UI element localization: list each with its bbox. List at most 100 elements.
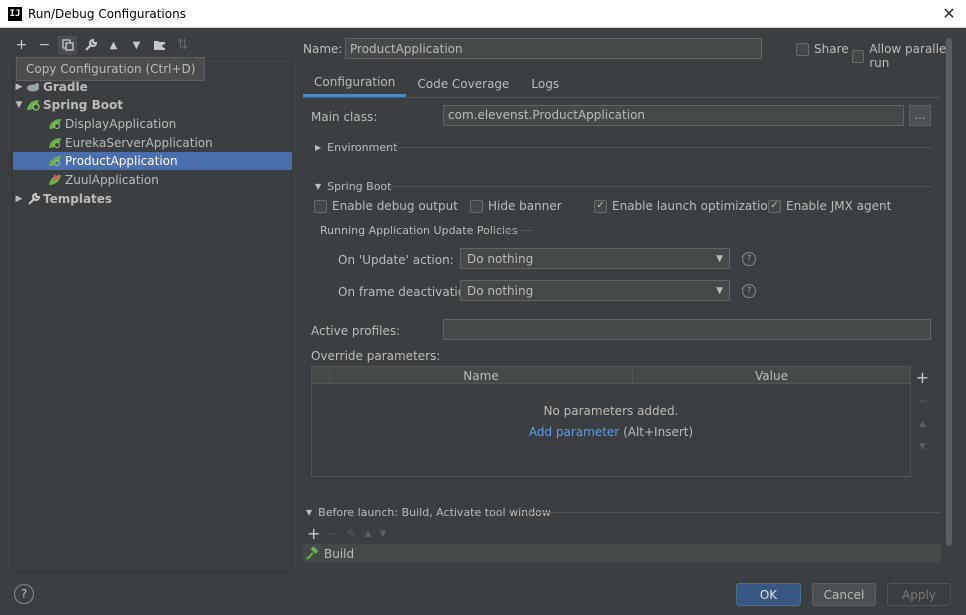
new-folder-icon[interactable] xyxy=(150,36,169,55)
close-icon[interactable]: ✕ xyxy=(940,4,958,23)
move-down-icon[interactable]: ▼ xyxy=(127,36,146,55)
share-checkbox[interactable]: Share xyxy=(796,42,849,56)
environment-label: Environment xyxy=(327,141,398,154)
scrollbar-thumb[interactable] xyxy=(946,38,952,546)
apply-button[interactable]: Apply xyxy=(887,583,951,606)
tree-label: ProductApplication xyxy=(65,154,178,168)
move-up-icon[interactable]: ▲ xyxy=(919,412,926,435)
add-parameter-link[interactable]: Add parameter xyxy=(529,425,619,439)
hammer-icon xyxy=(305,546,319,561)
hide-banner-label: Hide banner xyxy=(488,199,562,213)
spring-boot-run-icon xyxy=(47,136,63,150)
help-icon[interactable]: ? xyxy=(742,252,756,266)
tree-label: Gradle xyxy=(43,80,88,94)
tree-label: EurekaServerApplication xyxy=(65,136,213,150)
tree-node-spring-boot[interactable]: ▼ Spring Boot xyxy=(13,96,292,114)
tree-label: Templates xyxy=(43,192,113,206)
tab-configuration[interactable]: Configuration xyxy=(303,70,407,97)
add-parameter-row: Add parameter (Alt+Insert) xyxy=(312,425,910,439)
main-class-field[interactable]: com.elevenst.ProductApplication xyxy=(443,105,904,126)
checkbox-box[interactable] xyxy=(314,199,327,213)
override-parameters-toolbar: + − ▲ ▼ xyxy=(911,366,934,458)
add-icon[interactable]: + xyxy=(12,36,31,55)
add-icon[interactable]: + xyxy=(307,524,320,543)
collapse-arrow-icon[interactable]: ▼ xyxy=(306,508,312,517)
intellij-app-icon: IJ xyxy=(8,6,22,21)
configuration-tree: ▶ Gradle ▼ Spring Boot DisplayApplicatio… xyxy=(12,58,292,572)
checkmark-icon[interactable]: ✓ xyxy=(768,199,781,213)
before-launch-list: Build xyxy=(303,544,941,563)
window-title: Run/Debug Configurations xyxy=(28,6,186,21)
tree-item-product-application[interactable]: ProductApplication xyxy=(13,152,292,170)
column-header-name[interactable]: Name xyxy=(330,367,633,384)
expand-arrow-icon[interactable]: ▶ xyxy=(13,194,25,204)
edit-icon[interactable]: ✎ xyxy=(346,527,356,541)
gradle-icon xyxy=(25,80,41,94)
column-header-value[interactable]: Value xyxy=(633,367,910,384)
sort-icon[interactable]: ⇅ xyxy=(173,36,192,55)
spring-boot-error-icon xyxy=(47,173,63,187)
hide-banner-checkbox[interactable]: Hide banner xyxy=(470,199,562,213)
copy-configuration-icon[interactable] xyxy=(58,35,77,55)
tab-logs[interactable]: Logs xyxy=(520,70,570,97)
expand-arrow-icon[interactable]: ▶ xyxy=(13,82,25,92)
collapse-arrow-icon[interactable]: ▼ xyxy=(315,182,321,191)
active-profiles-field[interactable] xyxy=(443,319,931,340)
enable-launch-optimization-label: Enable launch optimization xyxy=(612,199,776,213)
enable-debug-output-label: Enable debug output xyxy=(332,199,458,213)
enable-debug-output-checkbox[interactable]: Enable debug output xyxy=(314,199,458,213)
name-label: Name: xyxy=(303,41,343,56)
remove-icon[interactable]: − xyxy=(35,36,54,55)
update-policies-title: Running Application Update Policies xyxy=(320,224,518,237)
on-update-action-value: Do nothing xyxy=(467,251,534,266)
move-up-icon[interactable]: ▲ xyxy=(365,529,372,539)
move-down-icon[interactable]: ▼ xyxy=(919,435,926,458)
checkbox-box[interactable] xyxy=(796,42,809,56)
vertical-scrollbar[interactable] xyxy=(944,38,954,546)
collapse-arrow-icon[interactable]: ▼ xyxy=(13,100,25,110)
ok-button[interactable]: OK xyxy=(736,583,801,606)
name-field[interactable] xyxy=(345,38,762,59)
on-frame-deactivation-value: Do nothing xyxy=(467,283,534,298)
enable-jmx-agent-checkbox[interactable]: ✓ Enable JMX agent xyxy=(768,199,891,213)
cancel-button[interactable]: Cancel xyxy=(812,583,876,606)
enable-launch-optimization-checkbox[interactable]: ✓ Enable launch optimization xyxy=(594,199,775,213)
spring-boot-section-title: Spring Boot xyxy=(327,180,392,193)
help-icon[interactable]: ? xyxy=(14,584,34,604)
tab-code-coverage[interactable]: Code Coverage xyxy=(406,70,520,97)
move-down-icon[interactable]: ▼ xyxy=(379,529,386,539)
on-frame-deactivation-select[interactable]: Do nothing ▼ xyxy=(460,280,730,301)
help-icon[interactable]: ? xyxy=(742,284,756,298)
spring-boot-run-icon xyxy=(47,154,63,168)
checkbox-box[interactable] xyxy=(852,49,865,63)
remove-icon[interactable]: − xyxy=(917,389,927,412)
environment-section[interactable]: ▶ Environment xyxy=(315,141,397,154)
on-frame-deactivation-label: On frame deactivation: xyxy=(338,285,477,299)
remove-icon[interactable]: − xyxy=(328,527,338,541)
expand-arrow-icon[interactable]: ▶ xyxy=(315,143,321,152)
chevron-down-icon: ▼ xyxy=(716,253,723,264)
checkmark-icon[interactable]: ✓ xyxy=(594,199,607,213)
tree-item-display-application[interactable]: DisplayApplication xyxy=(13,115,292,133)
main-class-browse-button[interactable]: ... xyxy=(909,105,931,126)
tree-label: ZuulApplication xyxy=(65,173,159,187)
add-icon[interactable]: + xyxy=(916,366,929,389)
before-launch-section[interactable]: ▼ Before launch: Build, Activate tool wi… xyxy=(306,506,551,519)
wrench-icon[interactable] xyxy=(81,36,100,55)
title-bar: IJ Run/Debug Configurations ✕ xyxy=(0,0,966,28)
tree-label: Spring Boot xyxy=(43,98,123,112)
before-launch-title: Before launch: Build, Activate tool wind… xyxy=(318,506,551,519)
spring-boot-section[interactable]: ▼ Spring Boot xyxy=(315,180,391,193)
tree-node-templates[interactable]: ▶ Templates xyxy=(13,190,292,208)
before-launch-item-build[interactable]: Build xyxy=(324,547,354,561)
spring-boot-icon xyxy=(25,98,41,112)
tab-bar: Configuration Code Coverage Logs xyxy=(303,70,940,98)
checkbox-box[interactable] xyxy=(470,199,483,213)
on-update-action-select[interactable]: Do nothing ▼ xyxy=(460,248,730,269)
enable-jmx-agent-label: Enable JMX agent xyxy=(786,199,892,213)
active-profiles-label: Active profiles: xyxy=(311,324,401,338)
override-parameters-table: Name Value No parameters added. Add para… xyxy=(311,366,911,477)
tree-item-zuul-application[interactable]: ZuulApplication xyxy=(13,171,292,189)
tree-item-eureka-server-application[interactable]: EurekaServerApplication xyxy=(13,134,292,152)
move-up-icon[interactable]: ▲ xyxy=(104,36,123,55)
